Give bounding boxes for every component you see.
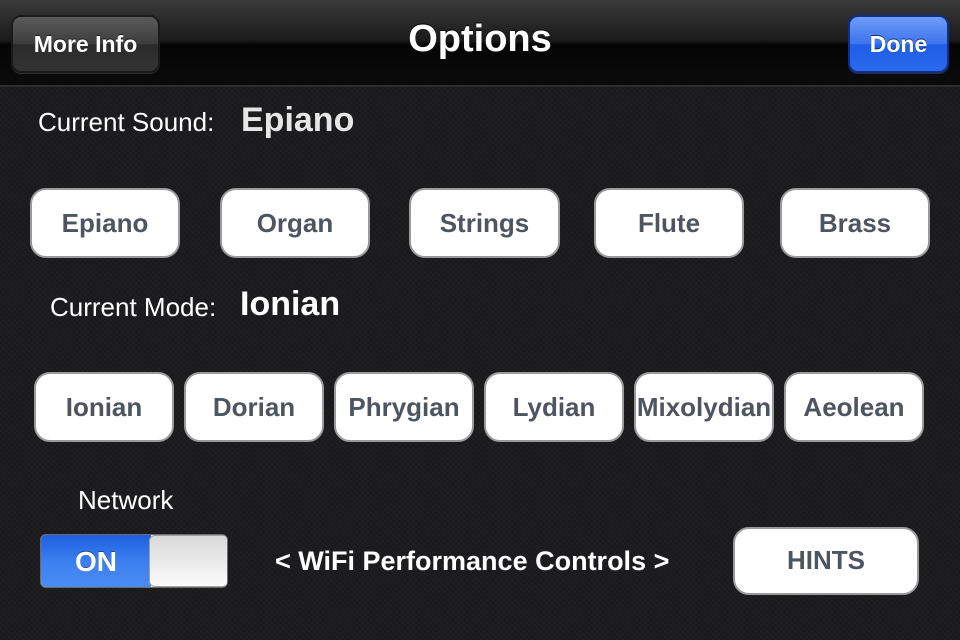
- navigation-bar: More Info Options Done: [0, 0, 960, 87]
- done-button[interactable]: Done: [848, 15, 949, 73]
- mode-button-mixolydian[interactable]: Mixolydian: [634, 372, 774, 442]
- sound-button-strings[interactable]: Strings: [409, 188, 560, 258]
- mode-button-phrygian[interactable]: Phrygian: [334, 372, 474, 442]
- page-title: Options: [408, 18, 552, 60]
- sound-button-epiano[interactable]: Epiano: [30, 188, 180, 258]
- network-toggle[interactable]: ON: [40, 534, 228, 588]
- toggle-on-label: ON: [41, 535, 151, 587]
- current-sound-label: Current Sound:: [38, 107, 215, 137]
- mode-button-lydian[interactable]: Lydian: [484, 372, 624, 442]
- mode-button-dorian[interactable]: Dorian: [184, 372, 324, 442]
- current-mode-label: Current Mode:: [50, 292, 217, 322]
- sound-button-organ[interactable]: Organ: [220, 188, 370, 258]
- mode-button-aeolean[interactable]: Aeolean: [784, 372, 924, 442]
- sound-button-brass[interactable]: Brass: [780, 188, 930, 258]
- wifi-performance-controls-link[interactable]: < WiFi Performance Controls >: [275, 546, 669, 577]
- toggle-knob[interactable]: [149, 535, 227, 587]
- network-label: Network: [78, 485, 174, 515]
- hints-button[interactable]: HINTS: [733, 527, 919, 595]
- sound-button-flute[interactable]: Flute: [594, 188, 744, 258]
- mode-button-ionian[interactable]: Ionian: [34, 372, 174, 442]
- current-mode-value: Ionian: [240, 285, 341, 323]
- current-sound-value: Epiano: [241, 101, 355, 139]
